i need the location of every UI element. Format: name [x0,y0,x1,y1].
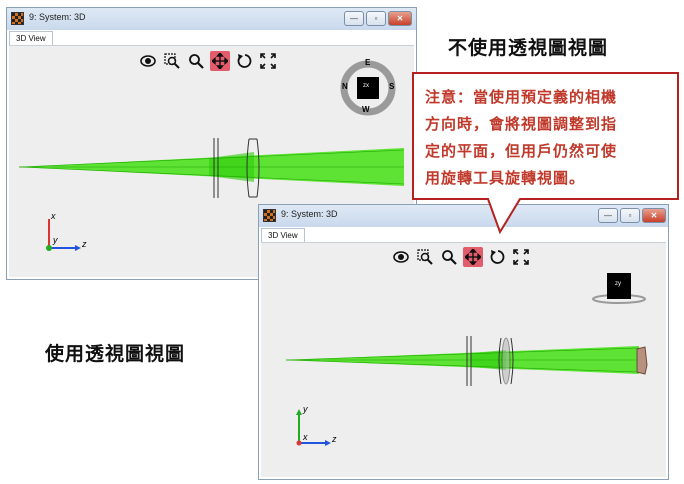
viewport-3d[interactable]: zy y x z [261,242,666,477]
callout-note: 注意：當使用預定義的相機 方向時，會將視圖調整到指 定的平面，但用戶仍然可使 用… [425,84,675,192]
maximize-button[interactable]: ▫ [620,208,640,223]
window-title: 9: System: 3D [29,12,86,22]
axis-y-label: y [303,404,308,414]
close-button[interactable]: ✕ [388,11,412,26]
minimize-button[interactable]: — [344,11,364,26]
app-icon [263,209,276,222]
minimize-button[interactable]: — [598,208,618,223]
ray-bundle [285,346,640,374]
maximize-button[interactable]: ▫ [366,11,386,26]
axis-z-label: z [82,239,87,249]
axis-z-label: z [332,434,337,444]
title-bar[interactable]: 9: System: 3D — ▫ ✕ [7,8,416,30]
window-perspective: 9: System: 3D — ▫ ✕ 3D View zy y x z [258,204,669,480]
callout-line: 定的平面，但用戶仍然可使 [425,143,618,160]
callout-line: 方向時，會將視圖調整到指 [425,116,618,133]
axis-triad: y x z [289,404,339,451]
close-button[interactable]: ✕ [642,208,666,223]
title-bar[interactable]: 9: System: 3D — ▫ ✕ [259,205,668,227]
tab-3d-view[interactable]: 3D View [261,228,305,243]
label-non-perspective: 不使用透視圖視圖 [448,38,609,59]
axis-y-label: y [53,235,58,245]
axis-triad: x y z [39,211,89,256]
tab-3d-view[interactable]: 3D View [9,31,53,46]
label-perspective: 使用透視圖視圖 [45,344,186,365]
callout-line: 用旋轉工具旋轉視圖。 [425,170,586,187]
axis-x-label: x [303,432,308,442]
detector [636,346,648,375]
app-icon [11,12,24,25]
axis-x-label: x [51,211,56,221]
callout-line: 注意：當使用預定義的相機 [425,89,618,106]
ray-bundle [18,148,405,186]
window-title: 9: System: 3D [281,209,338,219]
